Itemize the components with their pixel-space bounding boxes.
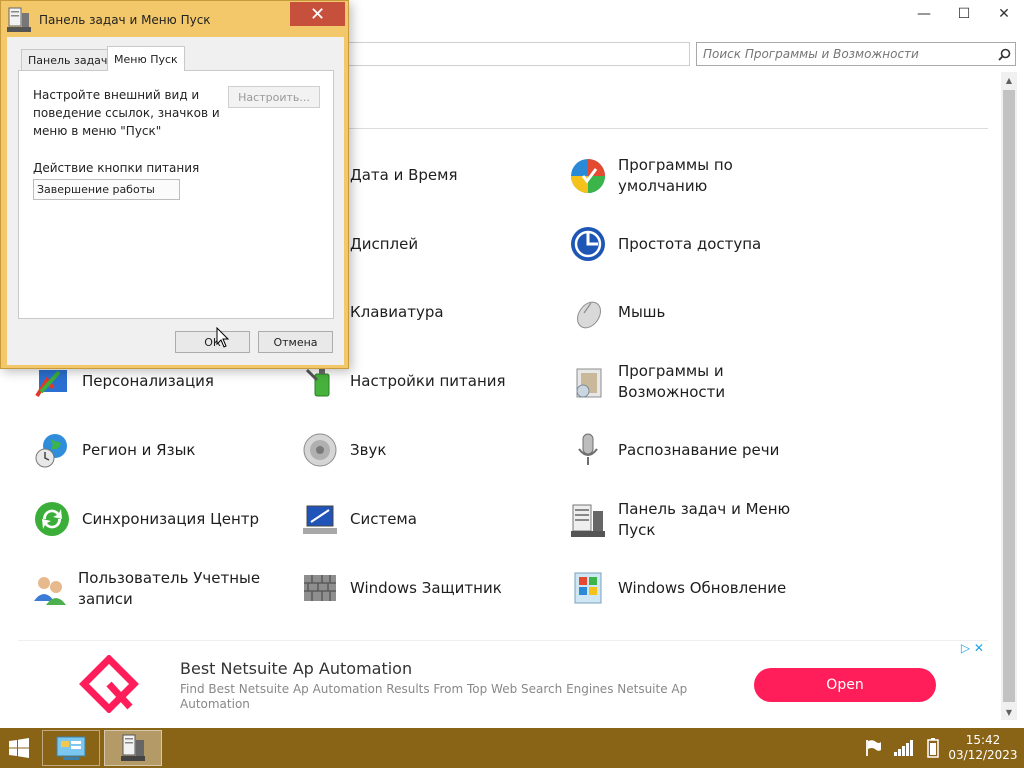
cp-item-label: Программы и Возможности: [618, 362, 726, 401]
start-menu-panel: Настройте внешний вид и поведение ссылок…: [18, 70, 334, 319]
header-divider: [340, 128, 988, 129]
cp-item-windows-update[interactable]: Windows Обновление: [568, 568, 808, 608]
clock-time: 15:42: [965, 733, 1001, 747]
taskbar-app-taskbar-settings[interactable]: [104, 730, 162, 766]
cp-item-mouse[interactable]: Мышь: [568, 292, 808, 332]
taskbar-icon: [121, 734, 145, 761]
search-icon[interactable]: [993, 48, 1015, 61]
cp-item-label: Дисплей: [350, 234, 419, 253]
cp-item-label: Синхронизация Центр: [82, 509, 260, 528]
maximize-button[interactable]: ☐: [944, 0, 984, 28]
scrollbar-thumb[interactable]: [1003, 90, 1015, 702]
microphone-icon: [568, 430, 608, 470]
cp-item-default-programs[interactable]: Программы по умолчанию: [568, 155, 808, 197]
power-button-action-select[interactable]: Завершение работы: [33, 179, 180, 200]
network-signal-icon[interactable]: [888, 728, 918, 768]
ad-choices-icon[interactable]: ▷ ✕: [961, 641, 984, 655]
defender-icon: [300, 568, 340, 608]
cp-item-taskbar-start-menu[interactable]: Панель задач и Меню Пуск: [568, 499, 808, 541]
cp-item-sync-center[interactable]: Синхронизация Центр: [32, 499, 272, 539]
cp-item-label: Программы по умолчанию: [618, 156, 733, 195]
taskbar-icon: [568, 500, 608, 540]
cp-item-label: Windows Обновление: [618, 578, 787, 597]
cp-item-system[interactable]: Система: [300, 499, 540, 539]
cp-item-label: Windows Защитник: [350, 578, 502, 597]
ad-description: Find Best Netsuite Ap Automation Results…: [180, 682, 688, 711]
dialog-title: Панель задач и Меню Пуск: [39, 13, 211, 27]
cp-item-label: Звук: [350, 440, 387, 459]
ad-logo-icon: [78, 654, 140, 717]
cp-item-label: Клавиатура: [350, 302, 444, 321]
cp-item-label: Простота доступа: [618, 234, 762, 253]
cp-item-label: Настройки питания: [350, 371, 506, 390]
mouse-icon: [568, 292, 608, 332]
windows-update-icon: [568, 568, 608, 608]
clock[interactable]: 15:42 03/12/2023: [948, 733, 1018, 763]
search-box[interactable]: [696, 42, 1016, 66]
search-input[interactable]: [697, 43, 993, 65]
ok-button[interactable]: ОК: [175, 331, 250, 353]
control-panel-icon: [56, 736, 86, 760]
power-button-action-label: Действие кнопки питания: [33, 161, 200, 175]
cp-item-label: Система: [350, 509, 417, 528]
customize-button[interactable]: Настроить...: [228, 86, 320, 108]
cancel-button[interactable]: Отмена: [258, 331, 333, 353]
cp-item-programs-features[interactable]: Программы и Возможности: [568, 361, 808, 403]
cp-item-speech-recognition[interactable]: Распознавание речи: [568, 430, 808, 470]
user-accounts-icon: [32, 569, 68, 609]
cp-item-ease-of-access[interactable]: Простота доступа: [568, 224, 808, 264]
region-language-icon: [32, 430, 72, 470]
default-programs-icon: [568, 156, 608, 196]
address-bar[interactable]: [340, 42, 690, 66]
cp-item-label: Пользователь Учетные записи: [78, 569, 261, 608]
system-icon: [300, 499, 340, 539]
cp-item-user-accounts[interactable]: Пользователь Учетные записи: [32, 568, 268, 610]
mouse-cursor-icon: [216, 326, 230, 353]
ad-banner[interactable]: Best Netsuite Ap Automation Find Best Ne…: [18, 640, 988, 720]
flag-icon[interactable]: [858, 728, 888, 768]
battery-icon[interactable]: [918, 728, 948, 768]
taskbar-app-control-panel[interactable]: [42, 730, 100, 766]
window-controls: — ☐ ✕: [904, 0, 1024, 30]
cp-item-sound[interactable]: Звук: [300, 430, 540, 470]
scroll-down-arrow-icon[interactable]: ▼: [1001, 704, 1017, 720]
scroll-up-arrow-icon[interactable]: ▲: [1001, 72, 1017, 88]
taskbar-start-menu-dialog: Панель задач и Меню Пуск ✕ Панель задач …: [0, 0, 349, 369]
system-tray: 15:42 03/12/2023: [858, 728, 1024, 768]
start-menu-description: Настройте внешний вид и поведение ссылок…: [33, 88, 220, 138]
windows-logo-icon: [9, 738, 29, 758]
programs-features-icon: [568, 362, 608, 402]
tab-taskbar[interactable]: Панель задач: [21, 49, 115, 71]
clock-date: 03/12/2023: [948, 748, 1018, 762]
dialog-body: Панель задач Меню Пуск Настройте внешний…: [7, 37, 344, 365]
taskbar-icon: [7, 7, 31, 37]
cp-item-label: Панель задач и Меню Пуск: [618, 500, 791, 539]
cp-item-label: Мышь: [618, 302, 666, 321]
minimize-button[interactable]: —: [904, 0, 944, 28]
ad-open-button[interactable]: Open: [754, 668, 936, 702]
ease-of-access-icon: [568, 224, 608, 264]
vertical-scrollbar[interactable]: ▲ ▼: [1001, 72, 1017, 720]
dialog-close-button[interactable]: ✕: [290, 2, 345, 26]
close-button[interactable]: ✕: [984, 0, 1024, 28]
ad-title[interactable]: Best Netsuite Ap Automation: [180, 659, 412, 678]
start-button[interactable]: [0, 728, 38, 768]
cp-item-label: Дата и Время: [350, 165, 458, 184]
sync-center-icon: [32, 499, 72, 539]
cp-item-region-language[interactable]: Регион и Язык: [32, 430, 272, 470]
cp-item-label: Регион и Язык: [82, 440, 196, 459]
cp-item-label: Персонализация: [82, 371, 214, 390]
sound-icon: [300, 430, 340, 470]
taskbar: 15:42 03/12/2023: [0, 728, 1024, 768]
cp-item-label: Распознавание речи: [618, 440, 780, 459]
tab-start-menu[interactable]: Меню Пуск: [107, 46, 185, 71]
cp-item-windows-defender[interactable]: Windows Защитник: [300, 568, 540, 608]
